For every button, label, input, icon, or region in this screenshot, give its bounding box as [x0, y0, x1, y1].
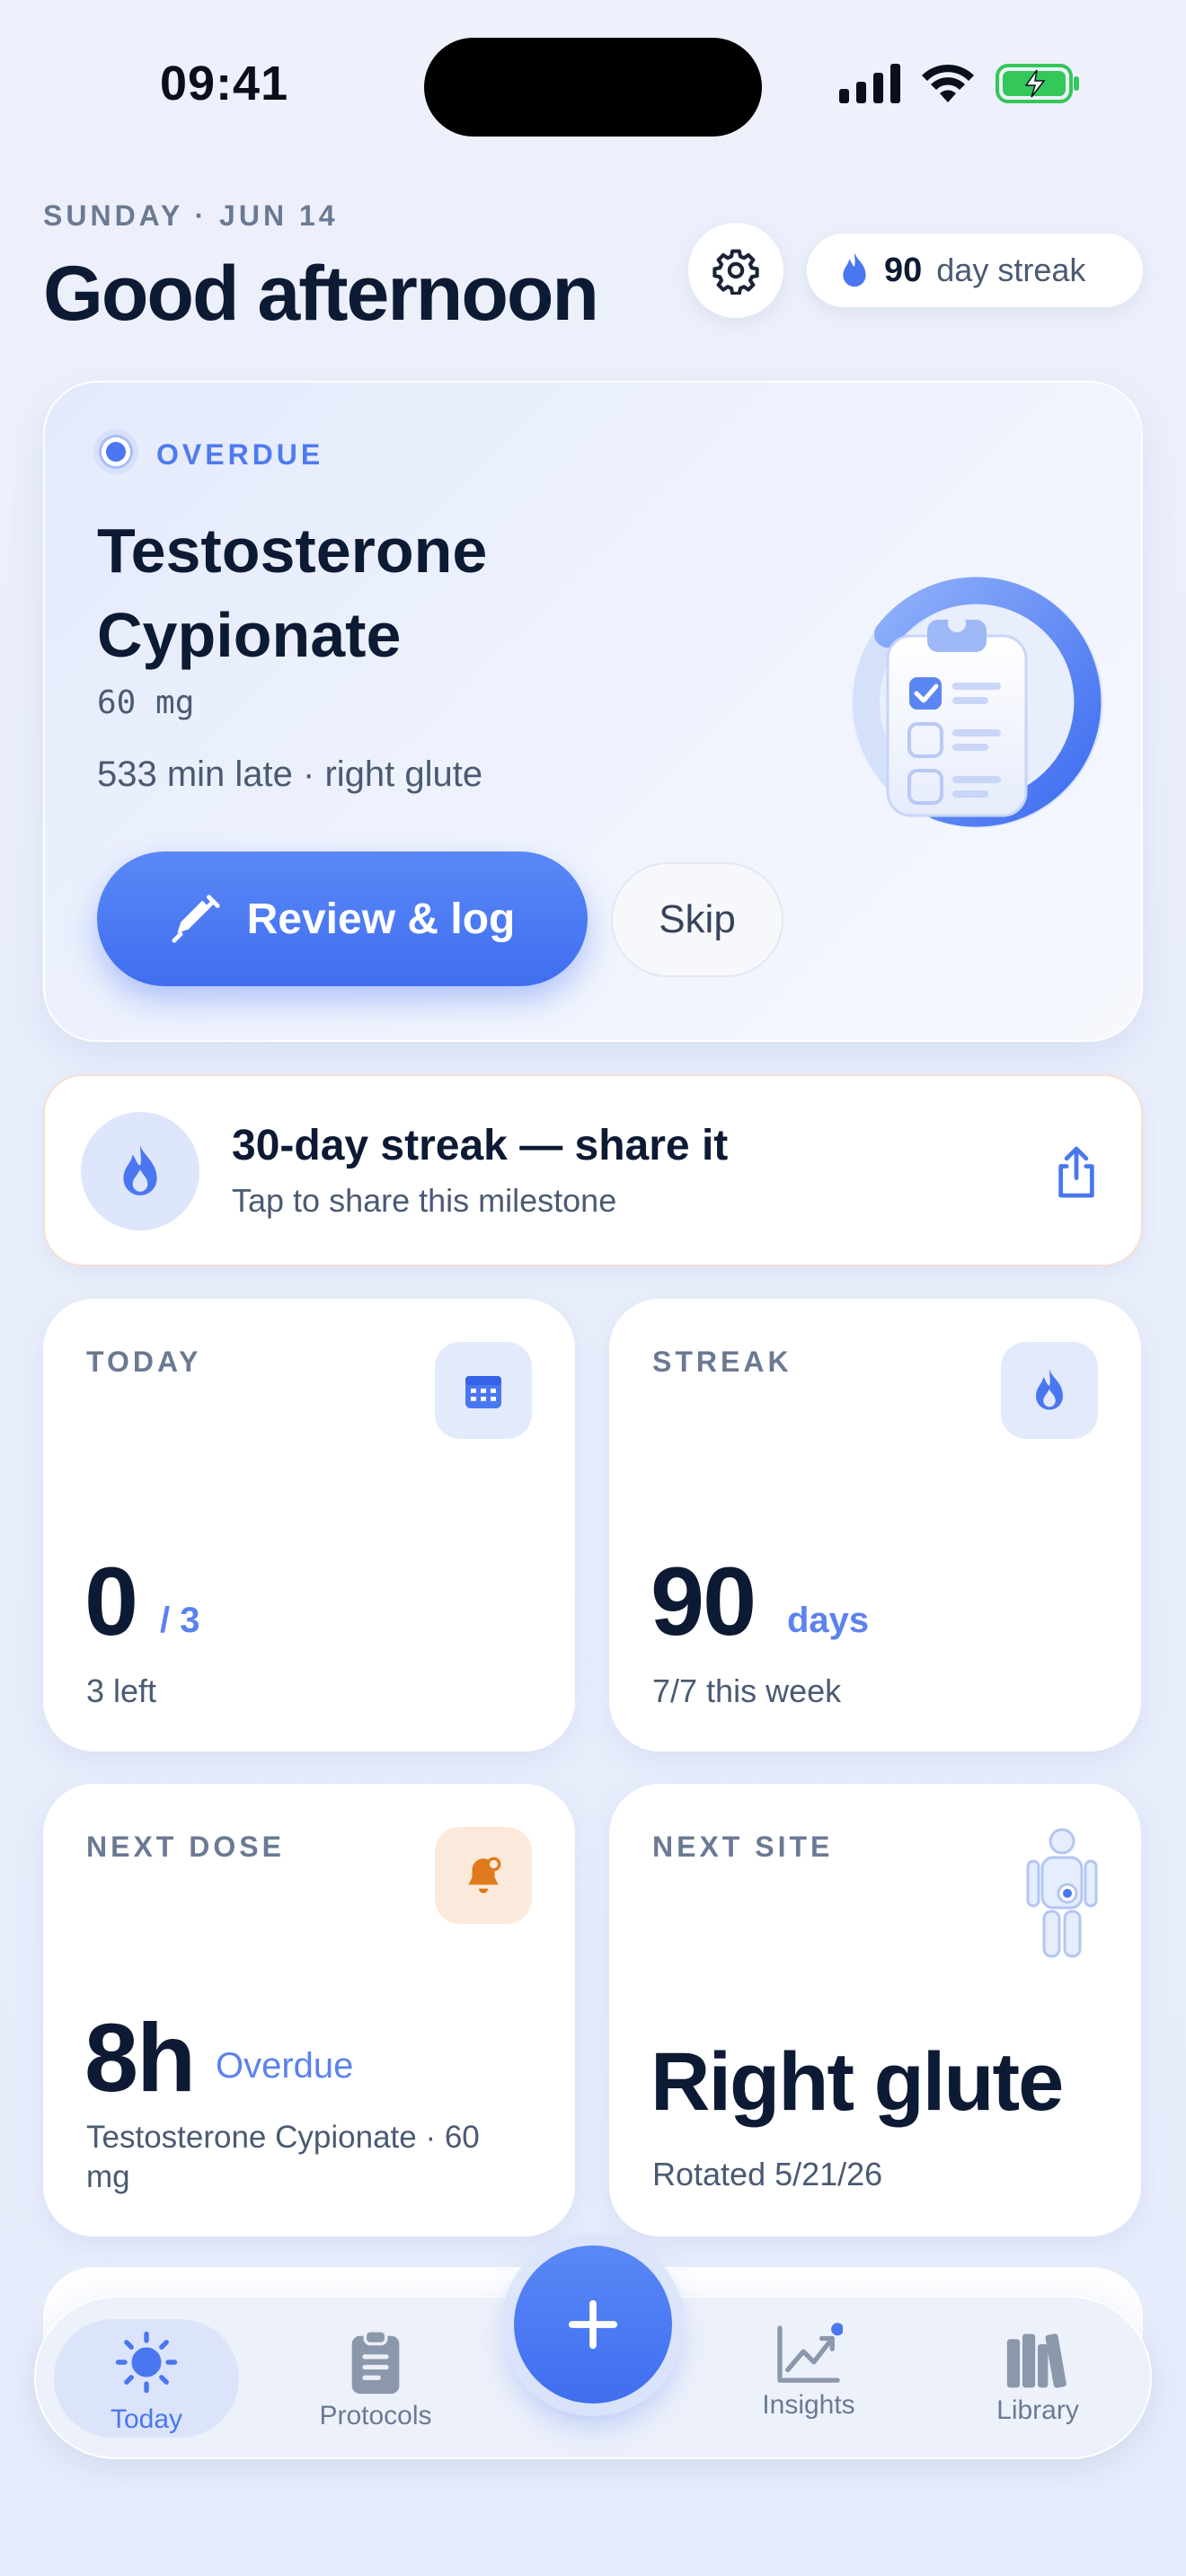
greeting-title: Good afternoon: [43, 251, 599, 337]
books-icon: [1006, 2333, 1067, 2388]
medication-dose: 60 mg: [97, 684, 195, 721]
streak-card-label: STREAK: [652, 1345, 792, 1378]
share-banner-subtitle: Tap to share this milestone: [232, 1182, 617, 1219]
streak-week-progress: 7/7 this week: [652, 1672, 842, 1709]
calendar-icon: [465, 1376, 501, 1408]
share-streak-banner[interactable]: [43, 1074, 1143, 1266]
gear-icon: [712, 249, 759, 295]
plus-icon: [568, 2299, 618, 2350]
signal-icon: [839, 64, 900, 103]
tab-protocols-label: Protocols: [319, 2401, 432, 2430]
today-card-label: TODAY: [86, 1345, 202, 1378]
streak-count: 90: [884, 251, 923, 289]
syringe-icon: [172, 895, 220, 943]
next-site-label: NEXT SITE: [652, 1831, 834, 1863]
streak-days-value: 90: [651, 1547, 757, 1655]
tab-library[interactable]: Library: [948, 2328, 1128, 2426]
add-dose-button[interactable]: [514, 2245, 672, 2404]
flame-icon: [843, 252, 866, 287]
next-site-rotated: Rotated 5/21/26: [652, 2156, 883, 2192]
clipboard-icon: [351, 2329, 400, 2395]
overdue-status: OVERDUE: [156, 438, 324, 471]
battery-icon: [996, 64, 1079, 103]
review-and-log-button[interactable]: Review & log: [97, 851, 588, 986]
share-banner-title: 30-day streak — share it: [232, 1122, 729, 1169]
streak-icon-tile: [1001, 1342, 1098, 1439]
flame-icon: [123, 1145, 157, 1195]
next-dose-time: 8h: [84, 2003, 196, 2112]
settings-button[interactable]: [688, 223, 783, 318]
tab-today[interactable]: Today: [57, 2330, 236, 2435]
next-dose-medication: Testosterone Cypionate · 60 mg: [86, 2120, 480, 2194]
today-icon-tile: [435, 1342, 532, 1439]
next-dose-status: Overdue: [216, 2046, 354, 2086]
next-site-value: Right glute: [651, 2036, 1064, 2128]
tab-insights[interactable]: Insights: [719, 2323, 898, 2421]
share-icon[interactable]: [1053, 1144, 1100, 1200]
streak-label: day streak: [936, 251, 1086, 288]
body-site-icon: [1026, 1828, 1098, 1958]
next-dose-icon-tile: [435, 1827, 532, 1924]
today-total: / 3: [160, 1601, 200, 1640]
streak-pill[interactable]: 90 day streak: [807, 234, 1143, 307]
tab-insights-label: Insights: [762, 2390, 855, 2420]
chart-icon: [777, 2323, 845, 2383]
clipboard-progress-illustration: [852, 577, 1103, 828]
flame-icon: [1036, 1369, 1063, 1410]
date-label: SUNDAY · JUN 14: [43, 199, 339, 232]
share-flame-badge: [81, 1112, 199, 1231]
status-icons: [839, 63, 1080, 104]
today-remaining: 3 left: [86, 1672, 157, 1709]
sun-icon: [115, 2331, 178, 2394]
medication-name: Testosterone Cypionate: [97, 516, 488, 670]
skip-label: Skip: [659, 897, 736, 941]
skip-button[interactable]: Skip: [611, 862, 783, 977]
status-time: 09:41: [160, 57, 289, 110]
next-dose-label: NEXT DOSE: [86, 1831, 285, 1863]
tab-library-label: Library: [996, 2395, 1079, 2425]
late-info: 533 min late · right glute: [97, 754, 483, 794]
dynamic-island: [424, 38, 762, 137]
bell-icon: [468, 1857, 501, 1893]
tab-protocols[interactable]: Protocols: [286, 2328, 465, 2431]
overdue-indicator-icon: [93, 429, 138, 474]
wifi-icon: [922, 64, 974, 102]
review-and-log-label: Review & log: [246, 895, 516, 943]
tab-today-label: Today: [110, 2404, 183, 2434]
streak-days-unit: days: [787, 1601, 870, 1640]
today-count: 0: [84, 1547, 138, 1655]
